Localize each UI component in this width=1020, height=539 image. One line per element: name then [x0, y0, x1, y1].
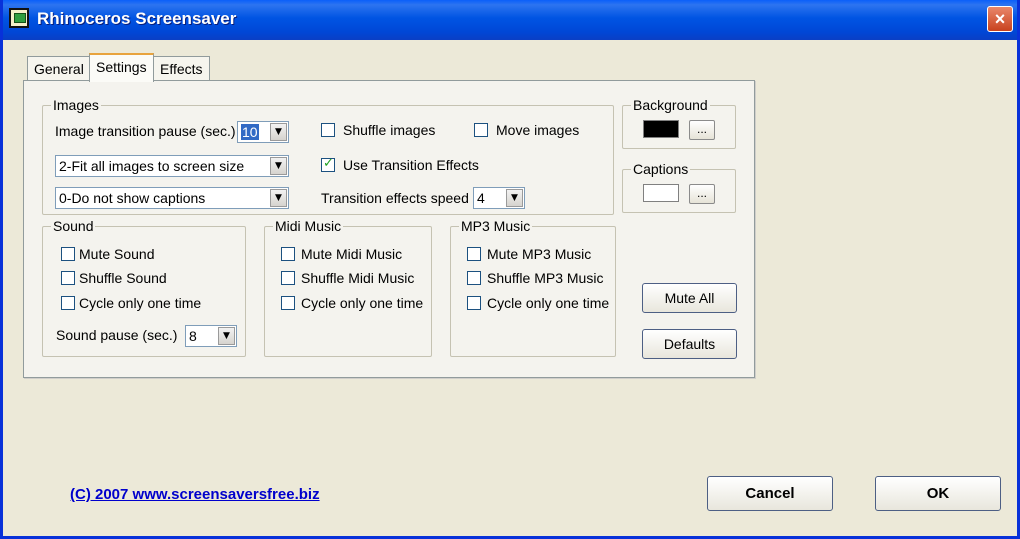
mp3-music-group: MP3 Music Mute MP3 Music Shuffle MP3 Mus…: [450, 218, 616, 357]
captions-color-button[interactable]: ...: [689, 184, 715, 204]
shuffle-midi-checkbox[interactable]: [281, 271, 295, 285]
midi-music-group: Midi Music Mute Midi Music Shuffle Midi …: [264, 218, 432, 357]
tab-general[interactable]: General: [27, 56, 91, 81]
shuffle-images-label: Shuffle images: [343, 122, 436, 138]
mute-mp3-checkbox[interactable]: [467, 247, 481, 261]
captions-group: Captions ...: [622, 161, 736, 213]
use-transition-effects-label: Use Transition Effects: [343, 157, 479, 173]
sound-pause-value: 8: [189, 328, 197, 344]
captions-group-label: Captions: [631, 161, 691, 177]
captions-mode-value: 0-Do not show captions: [59, 190, 206, 206]
mp3-music-group-label: MP3 Music: [459, 218, 533, 234]
background-color-button[interactable]: ...: [689, 120, 715, 140]
chevron-down-icon[interactable]: ▼: [270, 123, 287, 141]
shuffle-mp3-checkbox[interactable]: [467, 271, 481, 285]
background-group: Background ...: [622, 97, 736, 149]
cancel-button[interactable]: Cancel: [707, 476, 833, 511]
transition-pause-label: Image transition pause (sec.): [55, 123, 236, 139]
shuffle-mp3-label: Shuffle MP3 Music: [487, 270, 604, 286]
mute-sound-label: Mute Sound: [79, 246, 155, 262]
background-group-label: Background: [631, 97, 710, 113]
sound-group: Sound Mute Sound Shuffle Sound Cycle onl…: [42, 218, 246, 357]
sound-group-label: Sound: [51, 218, 96, 234]
sound-pause-label: Sound pause (sec.): [56, 327, 178, 343]
sound-pause-select[interactable]: 8 ▼: [185, 325, 237, 347]
transition-speed-value: 4: [477, 190, 485, 206]
midi-cycle-once-checkbox[interactable]: [281, 296, 295, 310]
settings-panel: Images Image transition pause (sec.) 10 …: [23, 80, 755, 378]
images-group: Images Image transition pause (sec.) 10 …: [42, 97, 614, 215]
mp3-cycle-once-checkbox[interactable]: [467, 296, 481, 310]
fit-images-value: 2-Fit all images to screen size: [59, 158, 245, 174]
mute-mp3-label: Mute MP3 Music: [487, 246, 592, 262]
images-group-label: Images: [51, 97, 101, 113]
window-title: Rhinoceros Screensaver: [37, 9, 237, 28]
tab-effects[interactable]: Effects: [153, 56, 210, 81]
ok-button[interactable]: OK: [875, 476, 1001, 511]
chevron-down-icon[interactable]: ▼: [270, 157, 287, 175]
close-button[interactable]: ×: [987, 6, 1013, 32]
mute-sound-checkbox[interactable]: [61, 247, 75, 261]
chevron-down-icon[interactable]: ▼: [270, 189, 287, 207]
mp3-cycle-once-label: Cycle only one time: [487, 295, 610, 311]
midi-music-group-label: Midi Music: [273, 218, 344, 234]
website-link[interactable]: (C) 2007 www.screensaversfree.biz: [70, 486, 320, 503]
move-images-label: Move images: [496, 122, 580, 138]
transition-pause-select[interactable]: 10 ▼: [237, 121, 289, 143]
shuffle-sound-label: Shuffle Sound: [79, 270, 167, 286]
shuffle-images-checkbox[interactable]: [321, 123, 335, 137]
mute-all-button[interactable]: Mute All: [642, 283, 737, 313]
app-icon: [9, 8, 29, 28]
shuffle-midi-label: Shuffle Midi Music: [301, 270, 415, 286]
sound-cycle-once-label: Cycle only one time: [79, 295, 202, 311]
screensaver-window: Rhinoceros Screensaver × General Setting…: [0, 0, 1020, 539]
defaults-button[interactable]: Defaults: [642, 329, 737, 359]
transition-pause-value: 10: [241, 124, 259, 140]
sound-cycle-once-checkbox[interactable]: [61, 296, 75, 310]
chevron-down-icon[interactable]: ▼: [218, 327, 235, 345]
captions-mode-select[interactable]: 0-Do not show captions ▼: [55, 187, 289, 209]
mute-midi-checkbox[interactable]: [281, 247, 295, 261]
chevron-down-icon[interactable]: ▼: [506, 189, 523, 207]
transition-speed-select[interactable]: 4 ▼: [473, 187, 525, 209]
transition-speed-label: Transition effects speed: [321, 190, 469, 206]
shuffle-sound-checkbox[interactable]: [61, 271, 75, 285]
midi-cycle-once-label: Cycle only one time: [301, 295, 424, 311]
title-bar[interactable]: Rhinoceros Screensaver ×: [3, 0, 1017, 40]
background-color-swatch: [643, 120, 679, 138]
captions-color-swatch: [643, 184, 679, 202]
tab-settings[interactable]: Settings: [89, 53, 154, 82]
use-transition-effects-checkbox[interactable]: [321, 156, 335, 172]
mute-midi-label: Mute Midi Music: [301, 246, 403, 262]
move-images-checkbox[interactable]: [474, 123, 488, 137]
fit-images-select[interactable]: 2-Fit all images to screen size ▼: [55, 155, 289, 177]
